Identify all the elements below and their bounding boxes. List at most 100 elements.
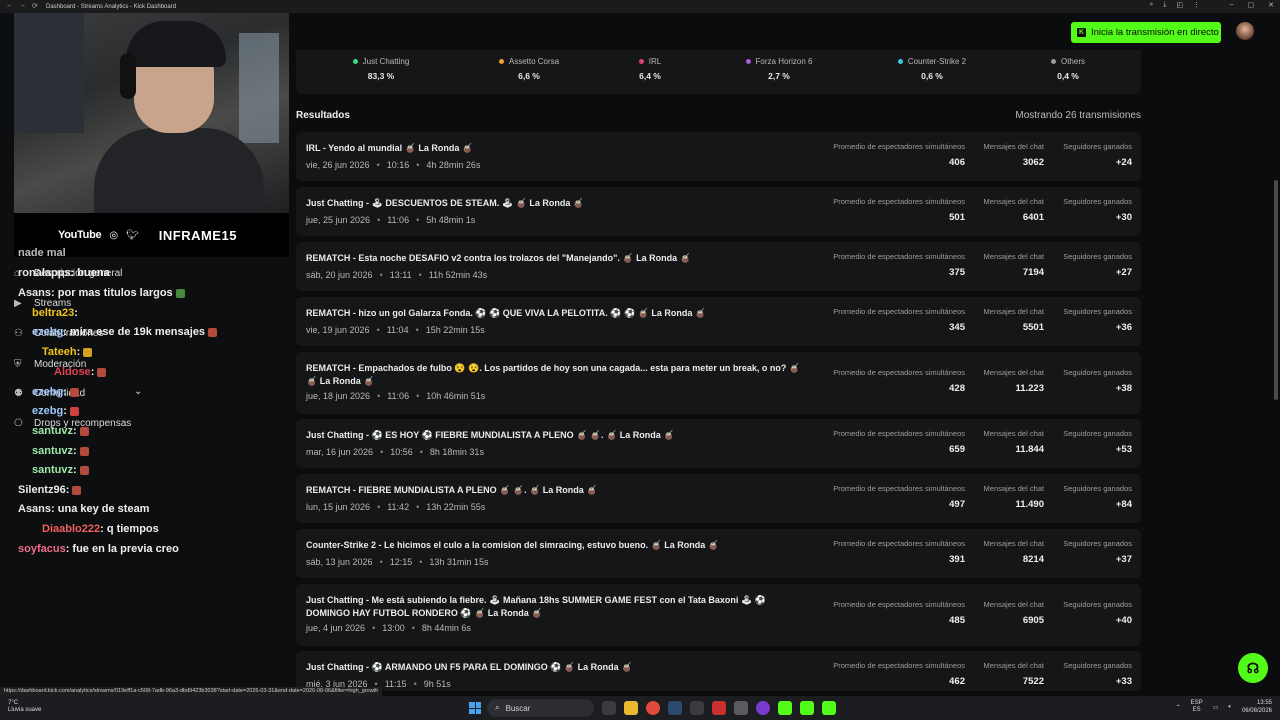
chat-messages-stat: Mensajes del chat 5501 (983, 307, 1044, 333)
chat-message: beltra23: (32, 307, 78, 319)
stream-time: 12:15 (389, 557, 413, 567)
twitter-icon: 🐦︎ (126, 229, 139, 241)
category-item: Just Chatting 83,3 % (326, 57, 436, 81)
browser-tab-title[interactable]: Dashboard - Streams Analytics - Kick Das… (46, 4, 176, 10)
kick-icon[interactable] (800, 701, 814, 715)
avg-viewers-stat: Promedio de espectadores simultáneos 497 (833, 484, 965, 510)
stream-row[interactable]: Counter-Strike 2 - Le hicimos el culo a … (296, 529, 1141, 578)
go-live-label: Inicia la transmisión en directo (1091, 27, 1219, 38)
stream-duration: 8h 18min 31s (429, 447, 484, 457)
youtube-label: YouTube (58, 229, 102, 241)
stream-date: lun, 15 jun 2026 (306, 502, 371, 512)
app-icon[interactable] (756, 701, 770, 715)
avg-viewers-stat: Promedio de espectadores simultáneos 485 (833, 600, 965, 626)
reload-icon[interactable]: ⟳ (32, 2, 38, 10)
search-icon[interactable]: ⌕ (1149, 1, 1153, 9)
avg-viewers-stat: Promedio de espectadores simultáneos 501 (833, 197, 965, 223)
task-view-icon[interactable] (602, 701, 616, 715)
stream-row[interactable]: REMATCH - FIEBRE MUNDIALISTA A PLENO 🧉 🧉… (296, 474, 1141, 523)
forward-icon[interactable]: → (19, 2, 26, 10)
kick-icon[interactable] (822, 701, 836, 715)
back-icon[interactable]: ← (6, 2, 13, 10)
stream-meta: jue, 4 jun 2026 • 13:00 • 8h 44min 6s (306, 623, 471, 633)
minimize-icon[interactable]: – (1230, 1, 1234, 9)
stream-meta: lun, 15 jun 2026 • 11:42 • 13h 22min 55s (306, 502, 486, 512)
chat-message: santuvz: (18, 464, 89, 476)
chat-message: ezebg: mira ese de 19k mensajes (18, 326, 218, 338)
category-item: IRL 6,4 % (638, 57, 662, 81)
extensions-icon[interactable]: ◰ (1176, 1, 1183, 9)
app-icon[interactable] (734, 701, 748, 715)
browser-nav: ← → ⟳ (6, 2, 38, 10)
headset-icon: ☊ (1246, 659, 1260, 676)
taskbar-search[interactable]: ⌕ Buscar (487, 699, 594, 717)
stream-row[interactable]: Just Chatting - Me está subiendo la fieb… (296, 584, 1141, 646)
volume-icon[interactable]: 🔈︎ (1228, 704, 1232, 711)
steam-icon[interactable] (668, 701, 682, 715)
maximize-icon[interactable]: ▢ (1248, 1, 1255, 9)
category-item: Counter-Strike 2 0,6 % (877, 57, 987, 81)
scrollbar[interactable] (1274, 180, 1278, 400)
stream-time: 11:06 (387, 391, 410, 401)
stream-row[interactable]: REMATCH - Empachados de fulbo 😵 😵. Los p… (296, 352, 1141, 414)
clock[interactable]: 13:55 06/08/2026 (1242, 699, 1272, 715)
chat-message: soyfacus: fue en la previa creo (18, 543, 179, 555)
avatar[interactable] (1236, 22, 1254, 40)
close-icon[interactable]: ✕ (1268, 1, 1274, 9)
category-breakdown: Just Chatting 83,3 % Assetto Corsa 6,6 %… (296, 50, 1141, 94)
stream-time: 10:56 (390, 447, 413, 457)
avg-viewers-stat: Promedio de espectadores simultáneos 391 (833, 539, 965, 565)
stream-duration: 15h 22min 15s (425, 325, 485, 335)
legend-dot-icon (498, 59, 504, 65)
stream-date: sáb, 13 jun 2026 (306, 557, 373, 567)
stream-row[interactable]: Just Chatting - ⚽ ARMANDO UN F5 PARA EL … (296, 651, 1141, 691)
browser-bar: ← → ⟳ Dashboard - Streams Analytics - Ki… (0, 0, 1280, 13)
stream-meta: sáb, 20 jun 2026 • 13:11 • 11h 52min 43s (306, 270, 488, 280)
chat-messages-stat: Mensajes del chat 11.490 (983, 484, 1044, 510)
chat-message: ezebg: (18, 405, 79, 417)
social-handle: INFRAME15 (158, 227, 237, 243)
app-icon[interactable] (712, 701, 726, 715)
stream-row[interactable]: REMATCH - Esta noche DESAFIO v2 contra l… (296, 242, 1141, 291)
followers-gained-stat: Seguidores ganados +24 (1063, 142, 1132, 168)
chat-message: ezebg: (18, 386, 79, 398)
legend-dot-icon (897, 59, 903, 65)
followers-gained-stat: Seguidores ganados +40 (1063, 600, 1132, 626)
system-tray: ⌃ ESP ES ▭ 🔈︎ 13:55 06/08/2026 (1176, 699, 1272, 715)
stream-title: REMATCH - hizo un gol Galarza Fonda. ⚽ ⚽… (306, 308, 707, 318)
chat-message: Silentz96: (18, 484, 82, 496)
stream-time: 10:16 (386, 160, 410, 170)
language-indicator[interactable]: ESP ES (1191, 700, 1203, 714)
stream-time: 11:42 (387, 502, 410, 512)
stream-row[interactable]: IRL - Yendo al mundial 🧉 La Ronda 🧉 vie,… (296, 132, 1141, 181)
menu-dots-icon[interactable]: ⋮ (1193, 1, 1200, 9)
support-chat-button[interactable]: ☊ (1238, 653, 1268, 683)
category-item: Forza Horizon 6 2,7 % (724, 57, 834, 81)
app-icon[interactable] (690, 701, 704, 715)
followers-gained-stat: Seguidores ganados +33 (1063, 661, 1132, 687)
category-item: Others 0,4 % (1013, 57, 1123, 81)
file-explorer-icon[interactable] (624, 701, 638, 715)
chevron-down-icon[interactable]: ⌄ (134, 386, 142, 397)
network-icon[interactable]: ▭ (1213, 704, 1219, 711)
stream-row[interactable]: REMATCH - hizo un gol Galarza Fonda. ⚽ ⚽… (296, 297, 1141, 346)
download-icon[interactable]: ⤓ (1163, 1, 1166, 9)
kick-icon[interactable] (778, 701, 792, 715)
status-url: https://dashboard.kick.com/analytics/str… (0, 687, 383, 696)
stream-duration: 13h 31min 15s (429, 557, 489, 567)
chat-message: ronalapps: buena (18, 267, 110, 279)
chrome-icon[interactable] (646, 701, 660, 715)
stream-date: jue, 4 jun 2026 (306, 623, 366, 633)
chevron-up-icon[interactable]: ⌃ (1176, 704, 1181, 711)
go-live-button[interactable]: K Inicia la transmisión en directo (1071, 22, 1221, 43)
windows-start-icon[interactable] (469, 702, 481, 714)
weather-widget[interactable]: 7°C Lluvia suave (8, 700, 41, 714)
stream-row[interactable]: Just Chatting - 🕹 DESCUENTOS DE STEAM. 🕹… (296, 187, 1141, 236)
followers-gained-stat: Seguidores ganados +37 (1063, 539, 1132, 565)
search-icon: ⌕ (495, 703, 500, 712)
taskbar: 7°C Lluvia suave ⌕ Buscar ⌃ ESP ES ▭ 🔈︎ 1… (0, 696, 1280, 720)
kick-logo-icon: K (1077, 28, 1086, 37)
stream-duration: 5h 48min 1s (426, 215, 476, 225)
stream-row[interactable]: Just Chatting - ⚽ ES HOY ⚽ FIEBRE MUNDIA… (296, 419, 1141, 468)
stream-date: vie, 26 jun 2026 (306, 160, 370, 170)
